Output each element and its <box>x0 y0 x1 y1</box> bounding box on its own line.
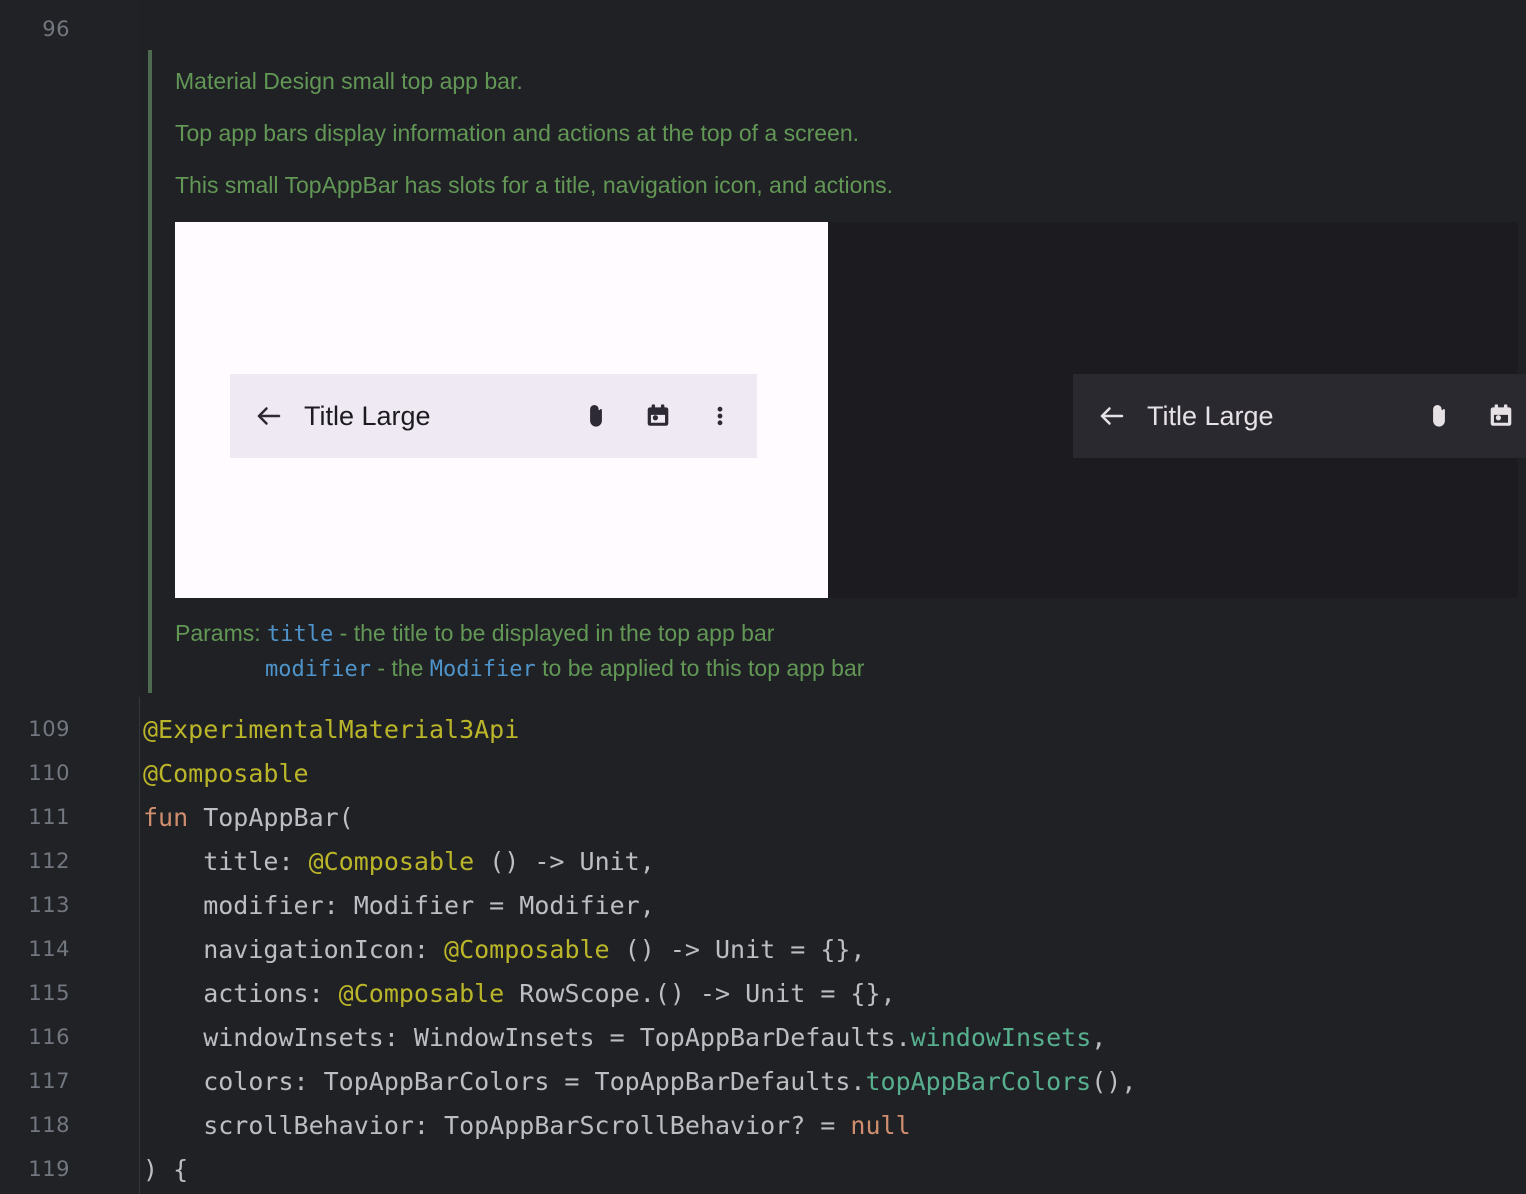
code-line-110[interactable]: @Composable <box>143 759 309 788</box>
kdoc-paragraph: Material Design small top app bar. <box>175 68 523 94</box>
code-line-117[interactable]: colors: TopAppBarColors = TopAppBarDefau… <box>143 1067 1136 1096</box>
param-description: the <box>391 655 430 681</box>
code-token: windowInsets: WindowInsets = TopAppBarDe… <box>143 1023 911 1052</box>
code-token: fun <box>143 803 189 832</box>
kdoc-left-bar <box>148 50 152 693</box>
code-token: actions: <box>143 979 339 1008</box>
line-number: 113 <box>28 893 70 917</box>
param-separator: - <box>333 620 354 646</box>
code-token: @Composable <box>308 847 475 876</box>
code-line-111[interactable]: fun TopAppBar( <box>143 803 354 832</box>
code-area[interactable]: @ExperimentalMaterial3Api @Composable fun … <box>143 697 1526 1194</box>
code-line-116[interactable]: windowInsets: WindowInsets = TopAppBarDe… <box>143 1023 1106 1052</box>
editor-gutter[interactable] <box>0 0 139 1194</box>
code-token: ) { <box>143 1155 189 1184</box>
kdoc-preview-row: Title Large Title Large <box>175 222 1526 598</box>
kdoc-paragraph: This small TopAppBar has slots for a tit… <box>175 172 894 198</box>
param-name-title[interactable]: title <box>267 622 333 647</box>
more-vert-icon[interactable] <box>703 399 737 433</box>
arrow-back-icon[interactable] <box>1095 399 1129 433</box>
param-separator: - <box>370 655 392 681</box>
line-number: 112 <box>28 849 70 873</box>
code-line-112[interactable]: title: @Composable () -> Unit, <box>143 847 655 876</box>
param-name-modifier[interactable]: modifier <box>265 657 371 682</box>
arrow-back-icon[interactable] <box>252 399 286 433</box>
code-token: colors: TopAppBarColors = TopAppBarDefau… <box>143 1067 866 1096</box>
code-token: @ExperimentalMaterial3Api <box>143 715 520 744</box>
code-line-113[interactable]: modifier: Modifier = Modifier, <box>143 891 655 920</box>
attach-file-icon[interactable] <box>579 399 613 433</box>
code-token: () -> Unit, <box>474 847 655 876</box>
code-line-109[interactable]: @ExperimentalMaterial3Api <box>143 715 519 744</box>
line-number: 117 <box>28 1069 70 1093</box>
top-app-bar-dark: Title Large <box>1073 374 1526 458</box>
line-number: 96 <box>42 17 70 41</box>
param-type-link-modifier[interactable]: Modifier <box>430 657 536 682</box>
line-number: 115 <box>28 981 70 1005</box>
code-token: RowScope.() -> Unit = {}, <box>504 979 896 1008</box>
kdoc-param-row: Params: title - the title to be displaye… <box>175 620 774 647</box>
attach-file-icon[interactable] <box>1422 399 1456 433</box>
code-token: @Composable <box>143 759 309 788</box>
line-number: 110 <box>28 761 70 785</box>
code-token: @Composable <box>444 935 610 964</box>
calendar-today-icon[interactable] <box>1484 399 1518 433</box>
code-token: title: <box>143 847 309 876</box>
code-line-119[interactable]: ) { <box>143 1155 188 1184</box>
code-token: TopAppBar( <box>188 803 354 832</box>
line-number: 111 <box>28 805 70 829</box>
code-token: () -> Unit = {}, <box>609 935 866 964</box>
line-number: 109 <box>28 717 70 741</box>
code-line-115[interactable]: actions: @Composable RowScope.() -> Unit… <box>143 979 896 1008</box>
code-token: (), <box>1091 1067 1137 1096</box>
app-bar-title: Title Large <box>1147 400 1274 431</box>
code-token: topAppBarColors <box>865 1067 1092 1096</box>
code-token: null <box>850 1111 911 1140</box>
code-token: navigationIcon: <box>143 935 445 964</box>
code-token: @Composable <box>338 979 505 1008</box>
kdoc-comment-block: Material Design small top app bar. Top a… <box>139 0 1526 697</box>
line-number: 119 <box>28 1157 70 1181</box>
line-number: 114 <box>28 937 70 961</box>
code-token: modifier: Modifier = Modifier, <box>143 891 655 920</box>
code-line-114[interactable]: navigationIcon: @Composable () -> Unit =… <box>143 935 865 964</box>
code-token: scrollBehavior: TopAppBarScrollBehavior?… <box>143 1111 851 1140</box>
line-number: 116 <box>28 1025 70 1049</box>
kdoc-param-row: modifier - the Modifier to be applied to… <box>265 655 864 682</box>
kdoc-paragraph: Top app bars display information and act… <box>175 120 860 146</box>
top-app-bar-light: Title Large <box>230 374 757 458</box>
param-description: the title to be displayed in the top app… <box>353 620 775 646</box>
calendar-today-icon[interactable] <box>641 399 675 433</box>
params-label: Params: <box>175 620 261 646</box>
param-description-tail: to be applied to this top app bar <box>535 655 865 681</box>
code-token: windowInsets <box>910 1023 1092 1052</box>
code-line-118[interactable]: scrollBehavior: TopAppBarScrollBehavior?… <box>143 1111 911 1140</box>
line-number: 118 <box>28 1113 70 1137</box>
code-token: , <box>1091 1023 1107 1052</box>
app-bar-title: Title Large <box>304 400 431 431</box>
